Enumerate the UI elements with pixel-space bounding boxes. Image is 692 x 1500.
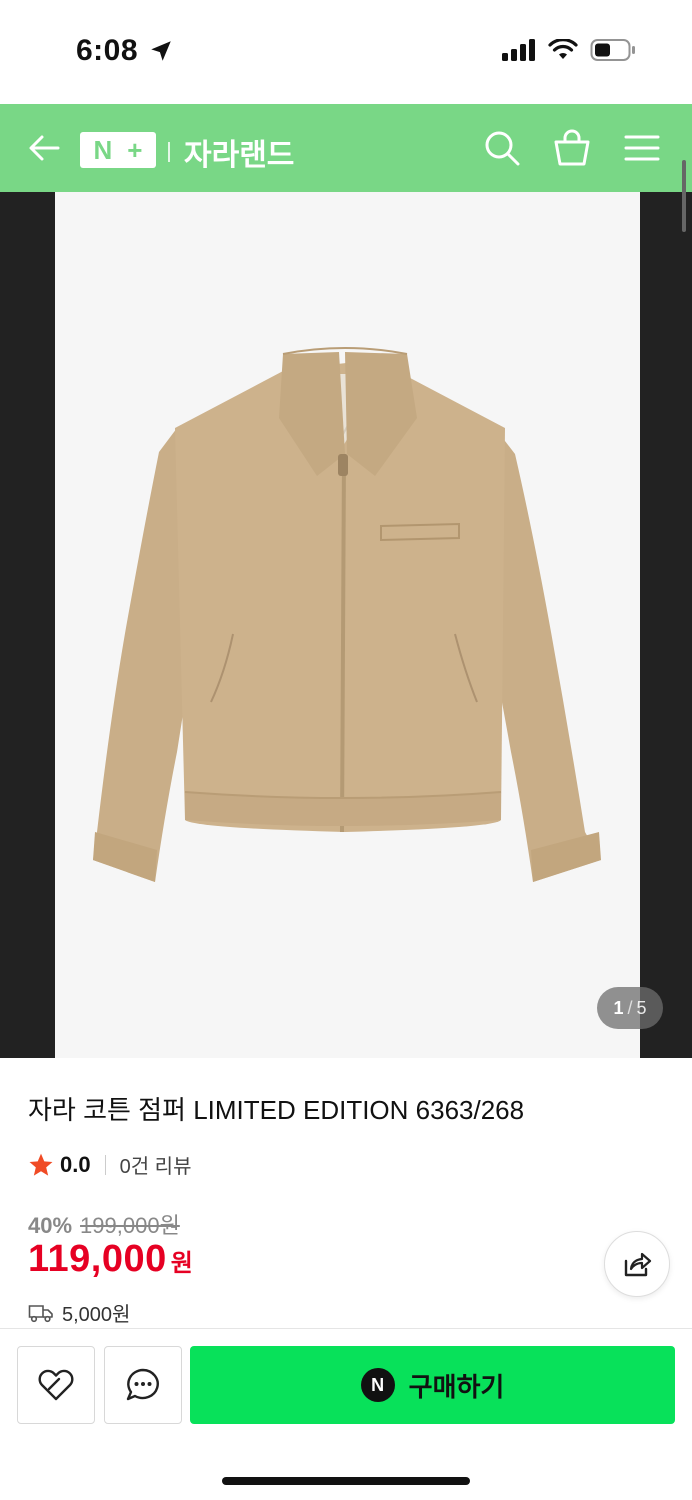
wifi-icon (548, 39, 578, 59)
rating-divider (104, 1154, 106, 1175)
sale-price: 119,000 (28, 1238, 167, 1280)
star-icon (29, 1153, 53, 1176)
bottom-action-bar: N 구매하기 (0, 1328, 692, 1500)
npay-badge: N (360, 1368, 395, 1402)
back-arrow-icon[interactable] (24, 128, 64, 168)
chat-icon (126, 1368, 159, 1401)
brand-logo-n: N (93, 135, 113, 165)
store-name[interactable]: 자라랜드 (184, 130, 294, 174)
delivery-fee: 5,000원 (62, 1304, 131, 1326)
battery-icon (590, 39, 635, 61)
brand-divider (168, 142, 170, 162)
jacket-image (93, 347, 601, 882)
product-title: 자라 코튼 점퍼 LIMITED EDITION 6363/268 (28, 1095, 525, 1125)
product-gallery[interactable]: 1 / 5 (0, 192, 692, 1058)
location-arrow-icon (151, 41, 171, 61)
status-icons (502, 38, 636, 62)
chat-button[interactable] (104, 1346, 182, 1424)
share-icon (624, 1252, 652, 1277)
brand-logo-plus: + (127, 135, 143, 165)
buy-button-label: 구매하기 (408, 1371, 505, 1402)
gallery-total-pages: 5 (636, 997, 647, 1018)
review-count[interactable]: 0건 리뷰 (120, 1150, 192, 1179)
rating-score: 0.0 (60, 1151, 91, 1177)
price-unit: 원 (170, 1250, 193, 1277)
delivery-row: 5,000원 (28, 1298, 130, 1327)
brand-logo[interactable]: N + (80, 132, 156, 168)
wishlist-icon (38, 1369, 74, 1401)
app-header: N + 자라랜드 (0, 104, 692, 192)
status-time: 6:08 (76, 34, 139, 67)
buy-button[interactable]: N 구매하기 (190, 1346, 675, 1424)
menu-icon[interactable] (622, 128, 662, 168)
search-icon[interactable] (482, 128, 522, 168)
share-button[interactable] (604, 1231, 670, 1297)
home-indicator[interactable] (222, 1477, 470, 1485)
discount-rate: 40% (28, 1213, 73, 1238)
wishlist-button[interactable] (17, 1346, 95, 1424)
rating-row[interactable]: 0.0 0건 리뷰 (28, 1150, 191, 1179)
gallery-current-page: 1 (613, 997, 624, 1018)
original-price: 199,000원 (80, 1213, 180, 1238)
gallery-page-indicator: 1 / 5 (597, 987, 663, 1029)
signal-icon (502, 39, 535, 61)
scrollbar-thumb[interactable] (682, 160, 686, 232)
cart-icon[interactable] (552, 128, 592, 168)
truck-icon (28, 1304, 53, 1322)
product-image[interactable] (55, 192, 640, 1058)
status-bar: 6:08 (0, 0, 692, 104)
price-row: 119,000 원 (28, 1238, 193, 1281)
zipper (340, 453, 346, 833)
discount-row: 40% 199,000원 (28, 1208, 180, 1240)
gallery-page-separator: / (627, 997, 633, 1018)
